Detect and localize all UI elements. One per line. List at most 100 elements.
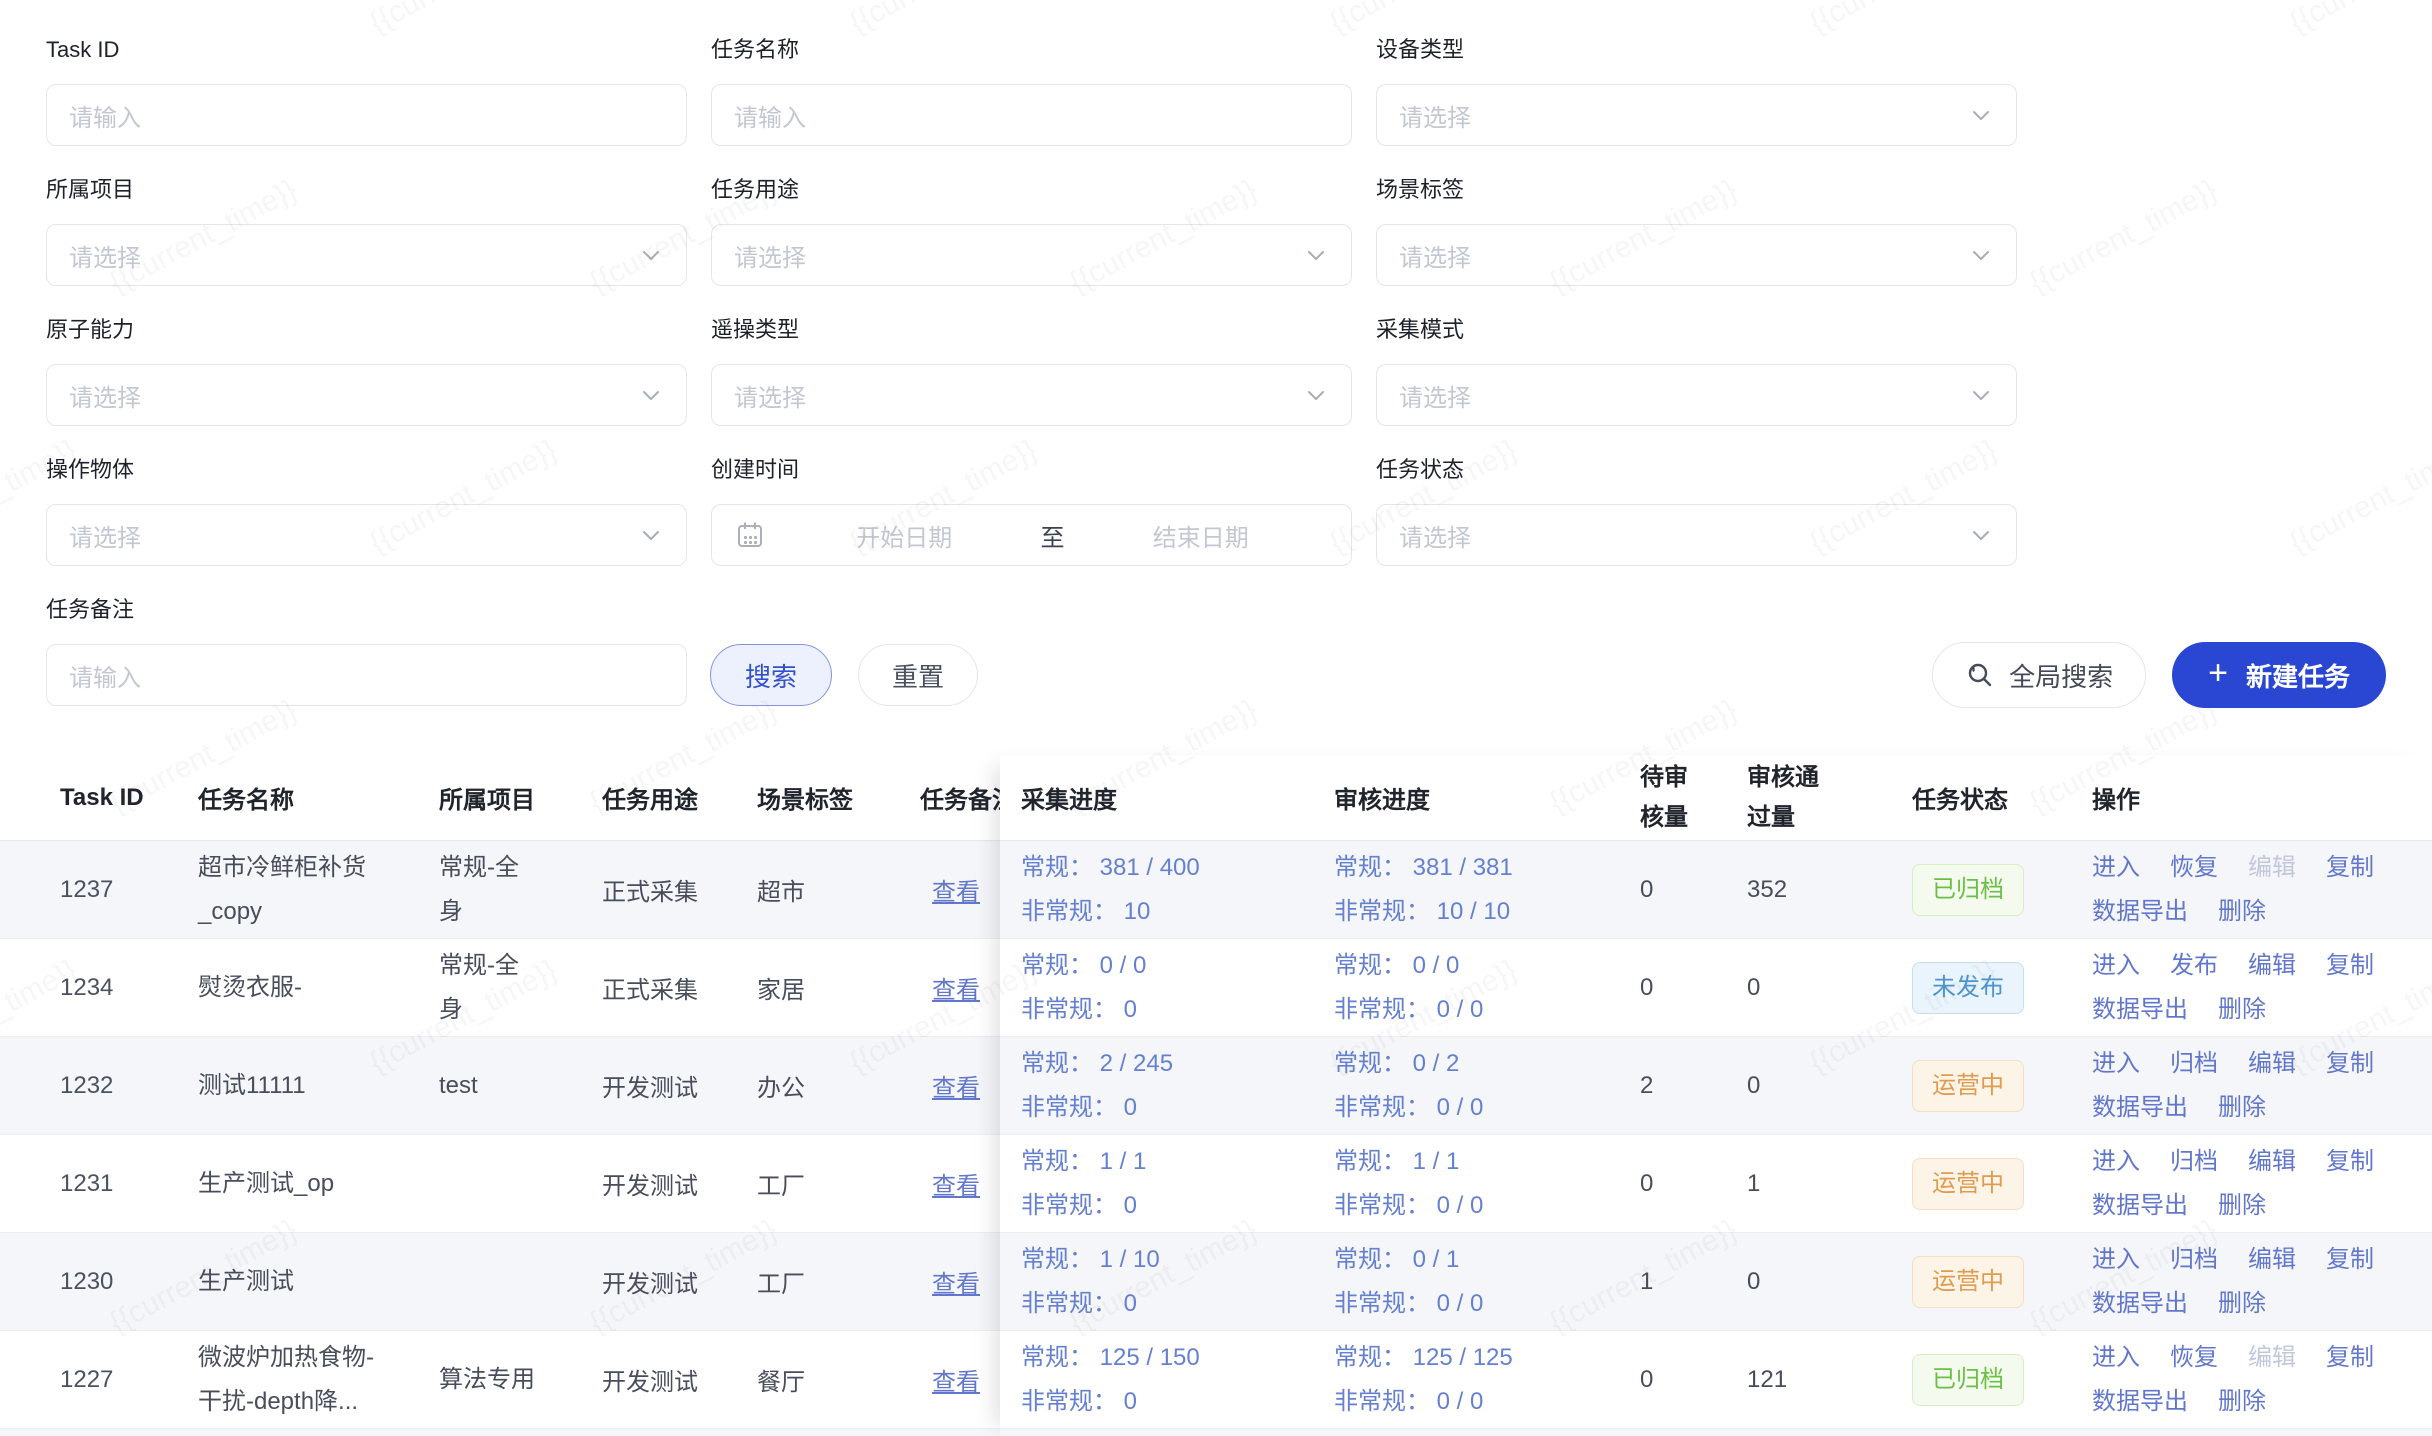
action-link[interactable]: 进入: [2092, 1238, 2140, 1282]
view-remark-link[interactable]: 查看: [932, 872, 980, 907]
view-remark-link[interactable]: 查看: [932, 1264, 980, 1299]
action-link[interactable]: 恢复: [2170, 846, 2218, 890]
action-link[interactable]: 数据导出: [2092, 890, 2188, 934]
action-link[interactable]: 编辑: [2248, 1238, 2296, 1282]
filter-label: 所属项目: [46, 170, 687, 210]
collect-mode-select[interactable]: 请选择: [1376, 364, 2017, 426]
cell-purpose: 正式采集: [602, 939, 742, 1036]
scene-tag-select[interactable]: 请选择: [1376, 224, 2017, 286]
chevron-down-icon: [1968, 522, 1994, 548]
filter-field-teleop-type: 遥操类型 请选择: [711, 310, 1352, 426]
action-link[interactable]: 删除: [2218, 1184, 2266, 1228]
action-link[interactable]: 编辑: [2248, 1140, 2296, 1184]
cell-review-progress: 常规： 381 / 381非常规： 10 / 10: [1334, 841, 1634, 938]
action-link[interactable]: 进入: [2092, 944, 2140, 988]
device-type-select[interactable]: 请选择: [1376, 84, 2017, 146]
teleop-type-select[interactable]: 请选择: [711, 364, 1352, 426]
action-link[interactable]: 数据导出: [2092, 988, 2188, 1032]
cell-scene: 家居: [757, 939, 897, 1036]
action-link[interactable]: 进入: [2092, 1336, 2140, 1380]
filter-actions: 搜索 重置: [710, 644, 978, 706]
cell-task-status: 运营中: [1912, 1233, 2092, 1330]
table-row-fixed: 常规： 0 / 0非常规： 0常规： 0 / 0非常规： 0 / 000未发布进…: [1000, 939, 2432, 1037]
table-body-fixed: 常规： 381 / 400非常规： 10常规： 381 / 381非常规： 10…: [1000, 841, 2432, 1436]
cell-scene: 办公: [757, 1037, 897, 1134]
cell-approved-count: 1: [1747, 1135, 1907, 1232]
action-link[interactable]: 删除: [2218, 890, 2266, 934]
action-link[interactable]: 删除: [2218, 1086, 2266, 1130]
task-name-input[interactable]: 请输入: [711, 84, 1352, 146]
filter-label: 操作物体: [46, 450, 687, 490]
action-link[interactable]: 归档: [2170, 1238, 2218, 1282]
cell-project: [439, 1233, 589, 1330]
action-link[interactable]: 删除: [2218, 988, 2266, 1032]
cell-pending-count: 0: [1640, 1331, 1735, 1428]
action-link[interactable]: 删除: [2218, 1282, 2266, 1326]
task-status-select[interactable]: 请选择: [1376, 504, 2017, 566]
action-link[interactable]: 归档: [2170, 1042, 2218, 1086]
view-remark-link[interactable]: 查看: [932, 970, 980, 1005]
cell-collect-progress: 常规： 125 / 150非常规： 0: [1021, 1331, 1321, 1428]
cell-review-progress: 常规： 0 / 1非常规： 0 / 0: [1334, 1233, 1634, 1330]
view-remark-link[interactable]: 查看: [932, 1166, 980, 1201]
action-link[interactable]: 归档: [2170, 1140, 2218, 1184]
chevron-down-icon: [1968, 242, 1994, 268]
filter-label: 任务用途: [711, 170, 1352, 210]
cell-scene: 餐厅: [757, 1331, 897, 1428]
table-row-fixed: 常规： 381 / 400非常规： 10常规： 381 / 381非常规： 10…: [1000, 841, 2432, 939]
action-link[interactable]: 数据导出: [2092, 1282, 2188, 1326]
search-button[interactable]: 搜索: [710, 644, 832, 706]
action-link[interactable]: 数据导出: [2092, 1086, 2188, 1130]
task-remark-input[interactable]: 请输入: [46, 644, 687, 706]
action-link[interactable]: 删除: [2218, 1380, 2266, 1424]
cell-purpose: 开发测试: [602, 1233, 742, 1330]
cell-purpose: 开发测试: [602, 1037, 742, 1134]
date-range-picker[interactable]: 开始日期 至 结束日期: [711, 504, 1352, 566]
view-remark-link[interactable]: 查看: [932, 1362, 980, 1397]
cell-approved-count: 0: [1747, 1233, 1907, 1330]
cell-review-progress: 常规： 0 / 2非常规： 0 / 0: [1334, 1037, 1634, 1134]
action-link[interactable]: 复制: [2326, 846, 2374, 890]
cell-approved-count: 352: [1747, 841, 1907, 938]
global-search-button[interactable]: 全局搜索: [1932, 642, 2146, 708]
filter-label: Task ID: [46, 30, 687, 70]
table-header-fixed: 采集进度 审核进度 待审核量 审核通过量 任务状态 操作: [1000, 755, 2432, 841]
search-icon: [1965, 660, 1995, 690]
action-link[interactable]: 进入: [2092, 1042, 2140, 1086]
task-id-input[interactable]: 请输入: [46, 84, 687, 146]
atomic-capability-select[interactable]: 请选择: [46, 364, 687, 426]
action-link[interactable]: 复制: [2326, 944, 2374, 988]
action-link[interactable]: 复制: [2326, 1238, 2374, 1282]
end-date-placeholder: 结束日期: [1073, 518, 1330, 553]
action-link[interactable]: 进入: [2092, 846, 2140, 890]
cell-scene: 超市: [757, 841, 897, 938]
view-remark-link[interactable]: 查看: [932, 1068, 980, 1103]
action-link[interactable]: 复制: [2326, 1140, 2374, 1184]
operate-object-select[interactable]: 请选择: [46, 504, 687, 566]
action-link[interactable]: 编辑: [2248, 1042, 2296, 1086]
action-link[interactable]: 复制: [2326, 1042, 2374, 1086]
cell-project: 算法专用: [439, 1331, 589, 1428]
status-badge: 运营中: [1912, 1256, 2024, 1308]
action-link[interactable]: 恢复: [2170, 1336, 2218, 1380]
reset-button[interactable]: 重置: [858, 644, 978, 706]
purpose-select[interactable]: 请选择: [711, 224, 1352, 286]
cell-review-progress: 常规： 0 / 0非常规： 0 / 0: [1334, 939, 1634, 1036]
filter-label: 任务名称: [711, 30, 1352, 70]
status-badge: 已归档: [1912, 864, 2024, 916]
cell-project: 常规-全身: [439, 939, 589, 1036]
select-placeholder: 请选择: [69, 378, 638, 413]
project-select[interactable]: 请选择: [46, 224, 687, 286]
new-task-button[interactable]: + 新建任务: [2172, 642, 2386, 708]
watermark-text: {{current_time}}: [2284, 0, 2432, 41]
cell-task-status: 已归档: [1912, 841, 2092, 938]
action-link[interactable]: 编辑: [2248, 944, 2296, 988]
chevron-down-icon: [1303, 382, 1329, 408]
action-link[interactable]: 数据导出: [2092, 1380, 2188, 1424]
action-link[interactable]: 进入: [2092, 1140, 2140, 1184]
action-link[interactable]: 数据导出: [2092, 1184, 2188, 1228]
filter-panel: Task ID 请输入 任务名称 请输入 设备类型 请选择 所属项目 请选择: [46, 30, 2036, 730]
filter-field-atomic-capability: 原子能力 请选择: [46, 310, 687, 426]
action-link[interactable]: 复制: [2326, 1336, 2374, 1380]
action-link[interactable]: 发布: [2170, 944, 2218, 988]
